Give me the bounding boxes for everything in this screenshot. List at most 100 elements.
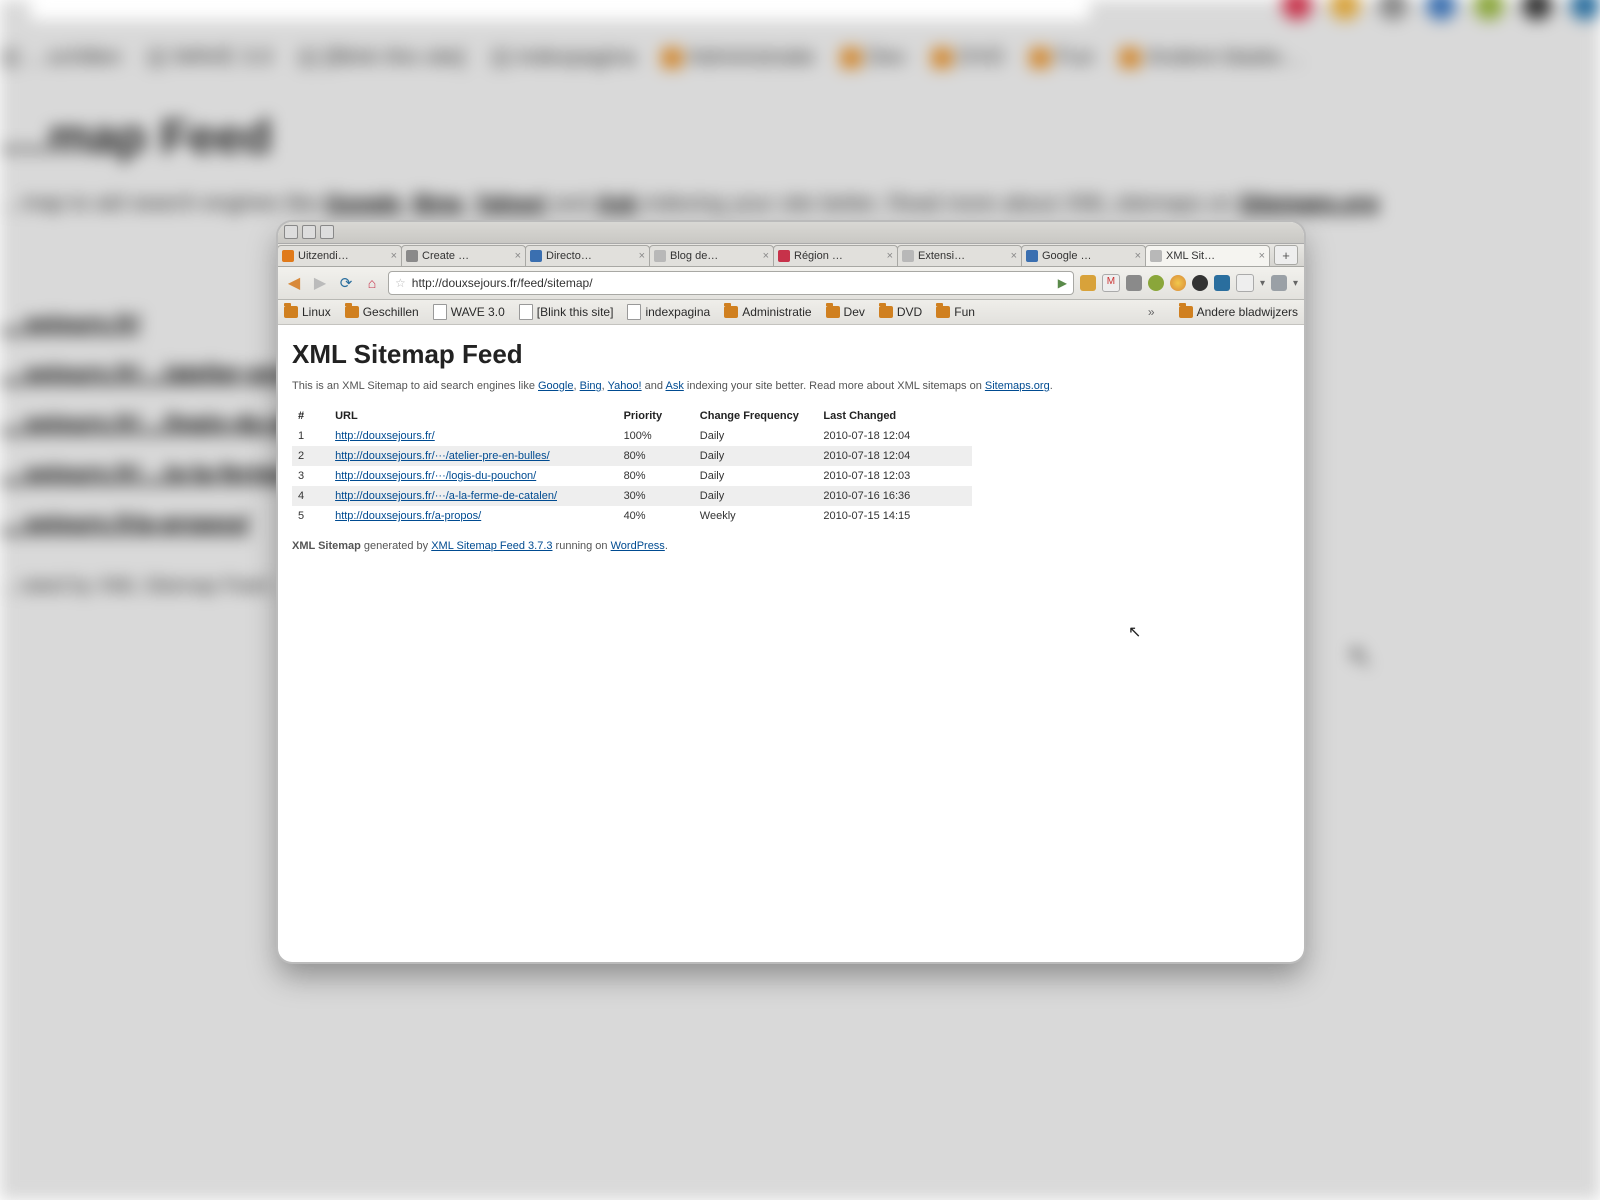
cell-index: 1 <box>292 426 329 446</box>
bookmark-item[interactable]: Dev <box>826 305 865 319</box>
bookmark-item[interactable]: Geschillen <box>345 305 419 319</box>
tab-strip: Uitzendi…×Create …×Directo…×Blog de…×Rég… <box>278 244 1304 267</box>
toolbar-dropdown-icon[interactable]: ▾ <box>1260 278 1265 289</box>
tab-favicon <box>902 250 914 262</box>
sitemap-url-link[interactable]: http://douxsejours.fr/ <box>335 430 435 442</box>
toolbar-icon[interactable]: M <box>1102 274 1120 292</box>
folder-icon <box>936 306 950 318</box>
window-titlebar[interactable] <box>278 222 1304 244</box>
bookmark-item[interactable]: Fun <box>936 305 975 319</box>
generator-link[interactable]: WordPress <box>611 540 665 552</box>
sitemap-table: #URLPriorityChange FrequencyLast Changed… <box>292 406 972 526</box>
window-button[interactable] <box>302 225 316 239</box>
tab-close-icon[interactable]: × <box>639 250 645 262</box>
cell-url: http://douxsejours.fr/···/a-la-ferme-de-… <box>329 486 617 506</box>
bookmark-item[interactable]: indexpagina <box>627 304 710 320</box>
toolbar-icon[interactable] <box>1170 275 1186 291</box>
column-header: URL <box>329 406 617 426</box>
page-icon <box>433 304 447 320</box>
sitemap-url-link[interactable]: http://douxsejours.fr/···/a-la-ferme-de-… <box>335 490 557 502</box>
home-button[interactable]: ⌂ <box>362 273 382 293</box>
cell-index: 3 <box>292 466 329 486</box>
browser-tab[interactable]: Google …× <box>1021 245 1146 266</box>
toolbar-icon[interactable] <box>1236 274 1254 292</box>
cell-lastchanged: 2010-07-16 16:36 <box>817 486 972 506</box>
folder-icon <box>879 306 893 318</box>
window-button[interactable] <box>284 225 298 239</box>
bookmark-item[interactable]: Andere bladwijzers <box>1179 305 1298 319</box>
cell-url: http://douxsejours.fr/a-propos/ <box>329 506 617 526</box>
tab-close-icon[interactable]: × <box>1135 250 1141 262</box>
folder-icon <box>345 306 359 318</box>
sitemap-url-link[interactable]: http://douxsejours.fr/···/logis-du-pouch… <box>335 470 536 482</box>
intro-link[interactable]: Ask <box>665 380 683 392</box>
tab-close-icon[interactable]: × <box>391 250 397 262</box>
cell-frequency: Daily <box>694 486 818 506</box>
address-bar[interactable]: ☆ http://douxsejours.fr/feed/sitemap/ ▶ <box>388 271 1074 295</box>
bookmark-item[interactable]: WAVE 3.0 <box>433 304 505 320</box>
sitemap-url-link[interactable]: http://douxsejours.fr/a-propos/ <box>335 510 481 522</box>
cell-priority: 80% <box>618 466 694 486</box>
tab-close-icon[interactable]: × <box>1259 250 1265 262</box>
toolbar-icon[interactable] <box>1148 275 1164 291</box>
back-button[interactable]: ◀ <box>284 273 304 293</box>
toolbar-icon[interactable] <box>1271 275 1287 291</box>
browser-tab[interactable]: Blog de… × <box>649 245 774 266</box>
toolbar-icon[interactable] <box>1126 275 1142 291</box>
folder-icon <box>724 306 738 318</box>
bookmark-star-icon[interactable]: ☆ <box>395 276 406 290</box>
generator-link[interactable]: XML Sitemap Feed 3.7.3 <box>431 540 552 552</box>
intro-link[interactable]: Bing <box>580 380 602 392</box>
cell-url: http://douxsejours.fr/···/logis-du-pouch… <box>329 466 617 486</box>
tab-label: Uitzendi… <box>298 250 349 262</box>
bookmark-label: Dev <box>844 305 865 319</box>
tab-close-icon[interactable]: × <box>515 250 521 262</box>
intro-link[interactable]: Yahoo! <box>608 380 642 392</box>
toolbar-icon[interactable] <box>1214 275 1230 291</box>
browser-tab[interactable]: Uitzendi… × <box>278 245 402 266</box>
bg-toolbar-icons <box>1282 0 1600 20</box>
tab-close-icon[interactable]: × <box>763 250 769 262</box>
column-header: Change Frequency <box>694 406 818 426</box>
toolbar-icon[interactable] <box>1192 275 1208 291</box>
cell-frequency: Weekly <box>694 506 818 526</box>
browser-tab[interactable]: Extensi…× <box>897 245 1022 266</box>
sitemap-url-link[interactable]: http://douxsejours.fr/···/atelier-pre-en… <box>335 450 550 462</box>
intro-text: This is an XML Sitemap to aid search eng… <box>292 380 1290 392</box>
table-row: 4 http://douxsejours.fr/···/a-la-ferme-de… <box>292 486 972 506</box>
bookmarks-overflow-icon[interactable]: » <box>1148 305 1155 319</box>
browser-tab[interactable]: XML Sit…× <box>1145 245 1270 266</box>
new-tab-button[interactable]: + <box>1274 245 1298 265</box>
navigation-toolbar: ◀ ▶ ⟳ ⌂ ☆ http://douxsejours.fr/feed/sit… <box>278 267 1304 300</box>
cell-priority: 80% <box>618 446 694 466</box>
bookmark-item[interactable]: Administratie <box>724 305 811 319</box>
intro-link[interactable]: Sitemaps.org <box>985 380 1050 392</box>
window-button[interactable] <box>320 225 334 239</box>
cell-url: http://douxsejours.fr/···/atelier-pre-en… <box>329 446 617 466</box>
cell-frequency: Daily <box>694 446 818 466</box>
browser-tab[interactable]: Région … × <box>773 245 898 266</box>
bookmark-label: Andere bladwijzers <box>1197 305 1298 319</box>
bg-footer: …rated by XML Sitemap Feed … <box>0 575 294 598</box>
tab-label: Blog de… <box>670 250 718 262</box>
tab-close-icon[interactable]: × <box>1011 250 1017 262</box>
tab-close-icon[interactable]: × <box>887 250 893 262</box>
browser-window: Uitzendi…×Create …×Directo…×Blog de…×Rég… <box>278 222 1304 962</box>
bookmark-item[interactable]: DVD <box>879 305 922 319</box>
toolbar-dropdown-icon[interactable]: ▾ <box>1293 278 1298 289</box>
browser-tab[interactable]: Create …× <box>401 245 526 266</box>
bookmark-item[interactable]: Linux <box>284 305 331 319</box>
forward-button[interactable]: ▶ <box>310 273 330 293</box>
page-icon <box>627 304 641 320</box>
reload-button[interactable]: ⟳ <box>336 273 356 293</box>
intro-link[interactable]: Google <box>538 380 573 392</box>
tab-favicon <box>778 250 790 262</box>
go-button-icon[interactable]: ▶ <box>1058 276 1067 290</box>
browser-tab[interactable]: Directo…× <box>525 245 650 266</box>
bookmark-item[interactable]: [Blink this site] <box>519 304 614 320</box>
tab-label: Région … <box>794 250 843 262</box>
cell-lastchanged: 2010-07-15 14:15 <box>817 506 972 526</box>
cell-index: 4 <box>292 486 329 506</box>
toolbar-icon[interactable] <box>1080 275 1096 291</box>
cell-lastchanged: 2010-07-18 12:03 <box>817 466 972 486</box>
